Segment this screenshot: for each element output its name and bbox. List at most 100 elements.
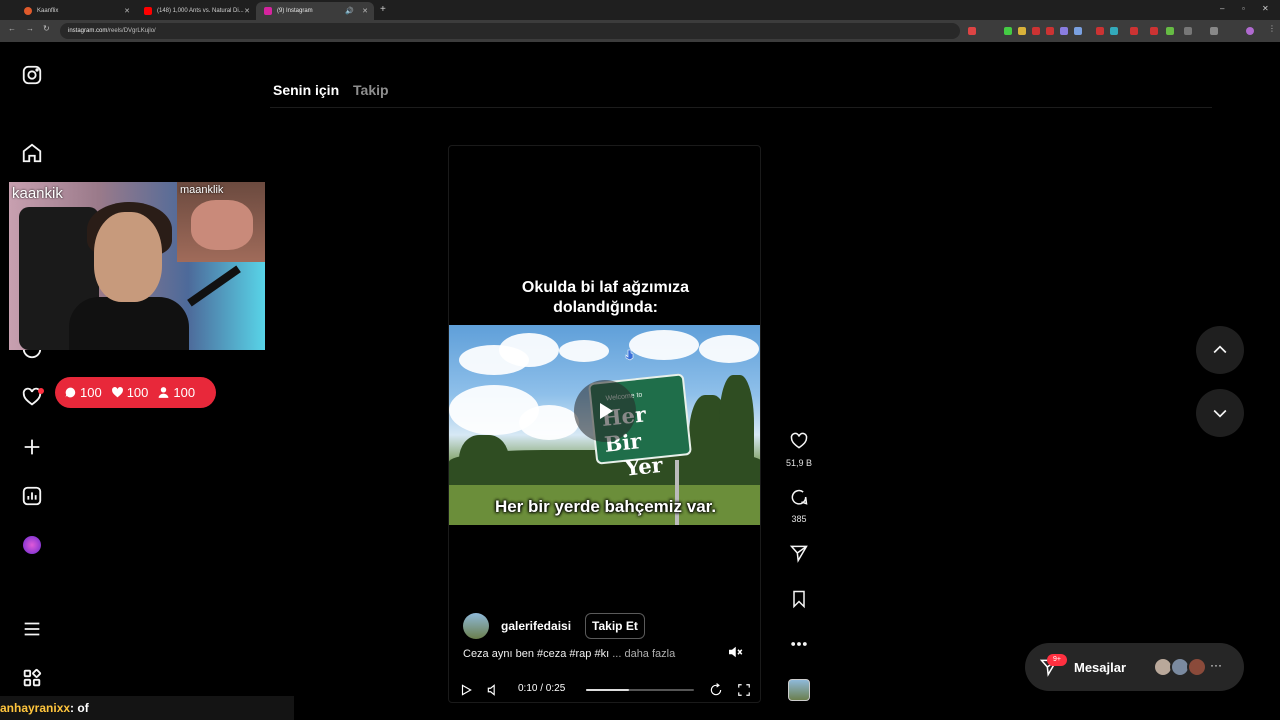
like-button[interactable]: 51,9 B (784, 431, 814, 468)
forward-icon[interactable]: → (26, 24, 34, 33)
save-button[interactable] (784, 589, 814, 614)
volume-icon[interactable] (486, 683, 500, 697)
ellipsis-icon (791, 642, 807, 646)
downloads-icon[interactable] (1210, 27, 1218, 35)
replay-icon[interactable] (709, 683, 723, 697)
progress-bar[interactable] (586, 689, 694, 691)
youtube-favicon-icon (144, 7, 152, 15)
close-tab-icon[interactable]: ✕ (362, 7, 368, 15)
profile-avatar[interactable] (21, 534, 43, 556)
reload-icon[interactable]: ↻ (43, 24, 50, 33)
messages-label: Mesajlar (1074, 660, 1127, 675)
comment-icon (791, 489, 808, 505)
video-frame[interactable]: Welcome to Her Bir Yer Her bir yerde bah… (449, 325, 760, 525)
chevron-up-icon (1213, 345, 1227, 354)
muted-speaker-icon[interactable] (726, 643, 744, 661)
new-tab-button[interactable]: + (380, 4, 386, 15)
extension-icon[interactable] (1130, 27, 1138, 35)
extension-icon[interactable] (1074, 27, 1082, 35)
messages-button[interactable]: 9+ Mesajlar ··· (1025, 643, 1244, 691)
video-controls: 0:10 / 0:25 (449, 680, 760, 702)
previous-reel-button[interactable] (1196, 326, 1244, 374)
caption-line: dolandığında: (553, 299, 658, 316)
home-icon[interactable] (21, 142, 43, 164)
extension-icon[interactable] (1096, 27, 1104, 35)
comment-icon (65, 387, 76, 398)
close-tab-icon[interactable]: ✕ (124, 7, 130, 15)
time-readout: 0:10 / 0:25 (518, 683, 566, 694)
create-icon[interactable] (21, 436, 43, 458)
author-avatar[interactable] (463, 613, 489, 639)
tab-title: Kaanflix (37, 8, 59, 14)
reel-caption-overlay: Okulda bi laf ağzımıza dolandığında: (449, 278, 760, 318)
follow-button[interactable]: Takip Et (585, 613, 645, 639)
extension-icon[interactable] (1150, 27, 1158, 35)
stream-stats-badge: 100 100 100 (55, 377, 216, 408)
browser-menu-icon[interactable]: ⋮ (1268, 24, 1276, 33)
instagram-logo-icon[interactable] (21, 64, 43, 86)
more-icon[interactable]: ··· (1210, 658, 1222, 672)
feed-tabs: Senin için Takip (273, 82, 399, 98)
mouse-cursor-icon (625, 349, 634, 361)
dashboard-icon[interactable] (21, 485, 43, 507)
bookmark-icon (793, 590, 805, 609)
minimize-window-icon[interactable]: – (1220, 4, 1224, 13)
address-bar[interactable]: instagram.com/reels/DVgrLKujlo/ (60, 23, 960, 39)
back-icon[interactable]: ← (8, 24, 16, 33)
extension-icon[interactable] (1032, 27, 1040, 35)
extension-icon[interactable] (1166, 27, 1174, 35)
extensions-puzzle-icon[interactable] (1184, 27, 1192, 35)
profile-avatar[interactable] (1246, 27, 1254, 35)
more-menu-icon[interactable] (21, 618, 43, 640)
speaker-icon[interactable]: 🔊 (345, 7, 354, 15)
reel-description: Ceza aynı ben #ceza #rap #kı ... daha fa… (463, 648, 675, 660)
play-icon[interactable] (459, 683, 473, 697)
extension-icon[interactable] (1004, 27, 1012, 35)
browser-tab-active[interactable]: (9) Instagram 🔊 ✕ (256, 2, 374, 20)
extension-icon[interactable] (1110, 27, 1118, 35)
more-options-button[interactable] (784, 634, 814, 659)
browser-tab[interactable]: Kaanflix ✕ (16, 2, 136, 20)
description-text: Ceza aynı ben #ceza #rap #kı (463, 648, 610, 660)
stat-followers: 100 (173, 385, 196, 400)
stream-chat-message: anhayranixx: of (0, 696, 294, 720)
instagram-favicon-icon (264, 7, 272, 15)
chat-text: : of (70, 701, 89, 715)
notification-dot (38, 388, 44, 394)
close-tab-icon[interactable]: ✕ (244, 7, 250, 15)
url-path: /reels/DVgrLKujlo/ (107, 28, 156, 34)
comment-button[interactable]: 385 (784, 487, 814, 524)
share-button[interactable] (784, 543, 814, 568)
close-window-icon[interactable]: ✕ (1262, 4, 1269, 13)
video-subtitle: Her bir yerde bahçemiz var. (494, 497, 717, 516)
caption-line: Okulda bi laf ağzımıza (521, 279, 690, 296)
heart-icon (111, 387, 123, 398)
fullscreen-icon[interactable] (737, 683, 751, 697)
description-ellipsis: ... (612, 648, 622, 660)
author-username[interactable]: galerifedaisi (501, 619, 571, 633)
progress-fill (586, 689, 630, 691)
maximize-window-icon[interactable]: ▫ (1242, 4, 1245, 13)
divider (270, 107, 1212, 108)
stat-likes: 100 (126, 385, 149, 400)
streamer-webcam: kaankik maanklik (9, 182, 265, 350)
extension-icon[interactable] (968, 27, 976, 35)
audio-thumbnail[interactable] (788, 679, 810, 701)
reel-player[interactable]: Okulda bi laf ağzımıza dolandığında: Wel… (448, 145, 761, 703)
messages-badge: 9+ (1047, 654, 1067, 666)
play-overlay-button[interactable] (574, 380, 636, 442)
tab-for-you[interactable]: Senin için (273, 82, 339, 98)
stat-comments: 100 (80, 385, 102, 400)
tab-following[interactable]: Takip (353, 82, 389, 98)
tab-title: (148) 1,000 Ants vs. Natural Di... (157, 8, 244, 14)
extension-icon[interactable] (1046, 27, 1054, 35)
heart-icon (790, 432, 808, 449)
notifications-icon[interactable] (21, 386, 44, 408)
also-from-meta-icon[interactable] (21, 667, 43, 689)
next-reel-button[interactable] (1196, 389, 1244, 437)
browser-toolbar: ← → ↻ instagram.com/reels/DVgrLKujlo/ ⋮ (0, 20, 1280, 42)
extension-icon[interactable] (1018, 27, 1026, 35)
browser-tab[interactable]: (148) 1,000 Ants vs. Natural Di... ✕ (136, 2, 256, 20)
more-link[interactable]: daha fazla (624, 648, 675, 660)
extension-icon[interactable] (1060, 27, 1068, 35)
